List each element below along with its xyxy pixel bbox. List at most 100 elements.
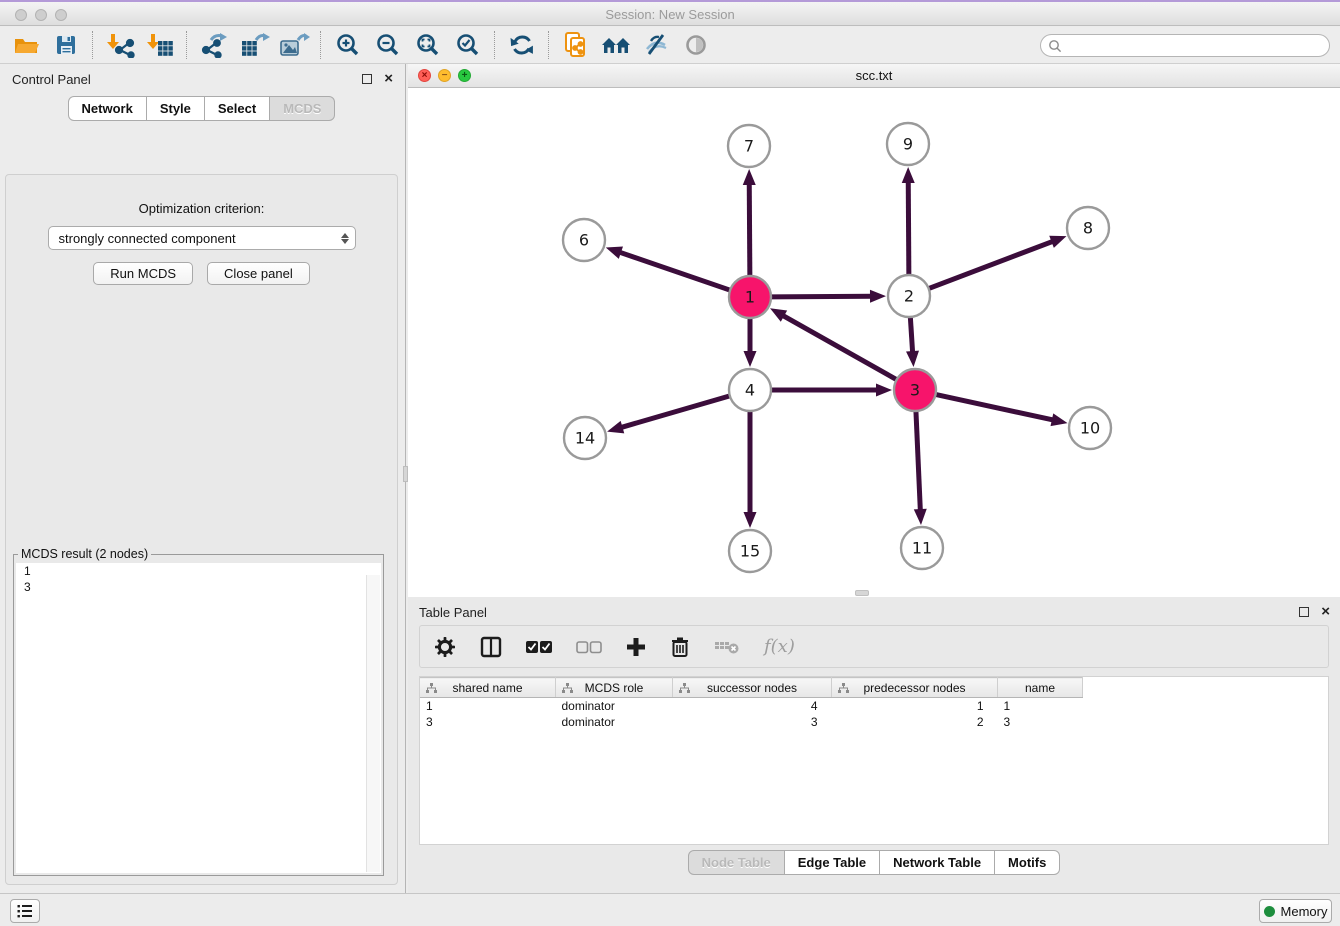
table-cell[interactable]: 3	[673, 714, 832, 730]
mcds-result-item[interactable]: 1	[16, 563, 381, 579]
graph-node-label: 10	[1080, 419, 1100, 438]
table-panel-float-icon[interactable]	[1299, 607, 1309, 617]
column-header-successor-nodes[interactable]: successor nodes	[673, 678, 832, 698]
zoom-fit-button[interactable]	[408, 29, 448, 61]
tab-select[interactable]: Select	[205, 96, 270, 121]
graph-edge-4-14[interactable]	[620, 396, 730, 428]
mcds-panel: Optimization criterion: strongly connect…	[5, 174, 398, 885]
open-folder-icon	[13, 33, 40, 57]
graph-edge-1-6[interactable]	[618, 252, 730, 290]
graph-edge-2-9[interactable]	[908, 180, 909, 275]
columns-button[interactable]	[480, 636, 502, 658]
search-field[interactable]	[1040, 34, 1330, 57]
table-cell[interactable]: 1	[832, 698, 998, 715]
table-cell[interactable]: 3	[998, 714, 1083, 730]
tab-network-table[interactable]: Network Table	[880, 850, 995, 875]
zoom-out-button[interactable]	[368, 29, 408, 61]
zoom-in-button[interactable]	[328, 29, 368, 61]
task-history-button[interactable]	[10, 899, 40, 923]
table-cell[interactable]: 2	[832, 714, 998, 730]
table-row[interactable]: 3dominator323	[420, 714, 1083, 730]
tab-edge-table[interactable]: Edge Table	[785, 850, 880, 875]
graph-node-label: 9	[903, 135, 913, 154]
clone-network-icon	[562, 31, 590, 59]
graph-edge-arrowhead	[1051, 413, 1068, 426]
export-table-button[interactable]	[234, 29, 274, 61]
graph-edge-2-8[interactable]	[929, 241, 1055, 289]
graph-edge-1-2[interactable]	[771, 296, 873, 297]
zoom-selected-icon	[455, 32, 481, 58]
criterion-select[interactable]: strongly connected component	[48, 226, 356, 250]
mcds-result-item[interactable]: 3	[16, 579, 381, 595]
graph-node-label: 2	[904, 287, 914, 306]
function-builder-button[interactable]: f(x)	[764, 636, 795, 657]
table-row[interactable]: 1dominator411	[420, 698, 1083, 715]
add-column-button[interactable]	[626, 637, 646, 657]
graph-edge-3-1[interactable]	[781, 315, 896, 380]
run-mcds-button[interactable]: Run MCDS	[93, 262, 193, 285]
table-cell[interactable]: 1	[998, 698, 1083, 715]
tab-node-table[interactable]: Node Table	[688, 850, 785, 875]
close-panel-button[interactable]: Close panel	[207, 262, 310, 285]
hide-graphics-details-button[interactable]	[636, 29, 676, 61]
export-image-button[interactable]	[274, 29, 314, 61]
open-folder-button[interactable]	[6, 29, 46, 61]
column-label: MCDS role	[585, 681, 644, 695]
column-header-name[interactable]: name	[998, 678, 1083, 698]
mcds-result-title: MCDS result (2 nodes)	[18, 547, 151, 561]
mcds-result-box: MCDS result (2 nodes) 13	[13, 547, 384, 876]
control-panel-tabs: NetworkStyleSelectMCDS	[0, 96, 403, 121]
graph-edge-1-7[interactable]	[749, 182, 750, 276]
houses-button[interactable]	[596, 29, 636, 61]
table-panel-close-icon[interactable]: ×	[1321, 607, 1330, 617]
zoom-selected-button[interactable]	[448, 29, 488, 61]
deselect-all-button[interactable]	[576, 640, 602, 654]
import-table-button[interactable]	[140, 29, 180, 61]
graph-edge-3-10[interactable]	[936, 394, 1055, 420]
horizontal-splitter[interactable]	[408, 588, 1340, 597]
refresh-layout-button[interactable]	[502, 29, 542, 61]
tab-style[interactable]: Style	[147, 96, 205, 121]
graph-edge-2-3[interactable]	[910, 317, 912, 354]
table-cell[interactable]: dominator	[556, 714, 673, 730]
graph-edge-3-11[interactable]	[916, 411, 920, 512]
node-table[interactable]: shared name MCDS role successor nodes prede…	[420, 677, 1083, 730]
delete-column-button[interactable]	[670, 636, 690, 658]
trash-icon	[670, 636, 690, 658]
control-panel-float-icon[interactable]	[362, 74, 372, 84]
toolbar-separator	[548, 31, 550, 59]
search-input[interactable]	[1062, 38, 1329, 54]
zoom-out-icon	[375, 32, 401, 58]
memory-status-icon	[1264, 906, 1275, 917]
gear-button[interactable]	[434, 636, 456, 658]
attribute-tree-icon	[679, 683, 690, 694]
splitter-grip[interactable]	[855, 590, 869, 596]
memory-button[interactable]: Memory	[1259, 899, 1332, 923]
import-network-button[interactable]	[100, 29, 140, 61]
select-chevrons-icon	[341, 233, 349, 244]
birdseye-view-button[interactable]	[676, 29, 716, 61]
result-scrollbar[interactable]	[366, 575, 380, 872]
network-graph[interactable]: 1234678910111415	[408, 88, 1340, 588]
tab-motifs[interactable]: Motifs	[995, 850, 1060, 875]
column-label: successor nodes	[707, 681, 797, 695]
network-title-bar[interactable]: × − + scc.txt	[408, 64, 1340, 88]
control-panel-close-icon[interactable]: ×	[384, 74, 393, 84]
table-cell[interactable]: 1	[420, 698, 556, 715]
save-session-button[interactable]	[46, 29, 86, 61]
column-header-predecessor-nodes[interactable]: predecessor nodes	[832, 678, 998, 698]
export-network-button[interactable]	[194, 29, 234, 61]
clone-network-button[interactable]	[556, 29, 596, 61]
mcds-result-list[interactable]: 13	[16, 563, 381, 873]
column-header-shared-name[interactable]: shared name	[420, 678, 556, 698]
zoom-fit-icon	[415, 32, 441, 58]
column-header-MCDS-role[interactable]: MCDS role	[556, 678, 673, 698]
delete-table-button[interactable]	[714, 639, 740, 655]
toolbar-separator	[186, 31, 188, 59]
table-cell[interactable]: 3	[420, 714, 556, 730]
tab-network[interactable]: Network	[68, 96, 147, 121]
table-cell[interactable]: dominator	[556, 698, 673, 715]
table-cell[interactable]: 4	[673, 698, 832, 715]
select-all-button[interactable]	[526, 640, 552, 654]
tab-mcds[interactable]: MCDS	[270, 96, 335, 121]
